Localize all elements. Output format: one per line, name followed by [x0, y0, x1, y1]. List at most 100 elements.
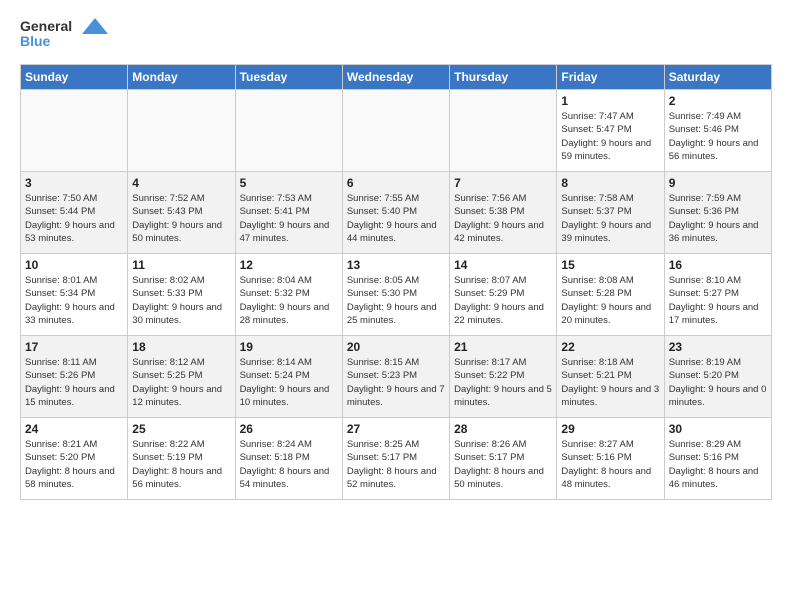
day-number: 22 — [561, 340, 659, 354]
calendar-table: SundayMondayTuesdayWednesdayThursdayFrid… — [20, 64, 772, 500]
day-info: Sunrise: 8:26 AM Sunset: 5:17 PM Dayligh… — [454, 438, 552, 491]
day-info: Sunrise: 7:49 AM Sunset: 5:46 PM Dayligh… — [669, 110, 767, 163]
day-info: Sunrise: 8:19 AM Sunset: 5:20 PM Dayligh… — [669, 356, 767, 409]
header-row: SundayMondayTuesdayWednesdayThursdayFrid… — [21, 65, 772, 90]
cell-5-5: 28 Sunrise: 8:26 AM Sunset: 5:17 PM Dayli… — [450, 418, 557, 500]
day-number: 28 — [454, 422, 552, 436]
page: GeneralBlue SundayMondayTuesdayWednesday… — [0, 0, 792, 510]
day-info: Sunrise: 8:11 AM Sunset: 5:26 PM Dayligh… — [25, 356, 123, 409]
logo-svg: GeneralBlue — [20, 16, 110, 52]
cell-2-1: 3 Sunrise: 7:50 AM Sunset: 5:44 PM Daylig… — [21, 172, 128, 254]
cell-3-3: 12 Sunrise: 8:04 AM Sunset: 5:32 PM Dayli… — [235, 254, 342, 336]
cell-3-4: 13 Sunrise: 8:05 AM Sunset: 5:30 PM Dayli… — [342, 254, 449, 336]
calendar-header: SundayMondayTuesdayWednesdayThursdayFrid… — [21, 65, 772, 90]
day-info: Sunrise: 8:24 AM Sunset: 5:18 PM Dayligh… — [240, 438, 338, 491]
day-info: Sunrise: 8:04 AM Sunset: 5:32 PM Dayligh… — [240, 274, 338, 327]
cell-2-4: 6 Sunrise: 7:55 AM Sunset: 5:40 PM Daylig… — [342, 172, 449, 254]
day-number: 29 — [561, 422, 659, 436]
day-number: 25 — [132, 422, 230, 436]
day-info: Sunrise: 8:07 AM Sunset: 5:29 PM Dayligh… — [454, 274, 552, 327]
header-day-thursday: Thursday — [450, 65, 557, 90]
day-number: 11 — [132, 258, 230, 272]
day-number: 9 — [669, 176, 767, 190]
logo: GeneralBlue — [20, 16, 110, 52]
cell-3-7: 16 Sunrise: 8:10 AM Sunset: 5:27 PM Dayli… — [664, 254, 771, 336]
day-number: 8 — [561, 176, 659, 190]
day-info: Sunrise: 8:01 AM Sunset: 5:34 PM Dayligh… — [25, 274, 123, 327]
cell-3-2: 11 Sunrise: 8:02 AM Sunset: 5:33 PM Dayli… — [128, 254, 235, 336]
calendar-body: 1 Sunrise: 7:47 AM Sunset: 5:47 PM Daylig… — [21, 90, 772, 500]
header-day-tuesday: Tuesday — [235, 65, 342, 90]
day-number: 27 — [347, 422, 445, 436]
day-number: 15 — [561, 258, 659, 272]
cell-1-6: 1 Sunrise: 7:47 AM Sunset: 5:47 PM Daylig… — [557, 90, 664, 172]
week-row-2: 3 Sunrise: 7:50 AM Sunset: 5:44 PM Daylig… — [21, 172, 772, 254]
day-number: 18 — [132, 340, 230, 354]
day-number: 20 — [347, 340, 445, 354]
cell-3-5: 14 Sunrise: 8:07 AM Sunset: 5:29 PM Dayli… — [450, 254, 557, 336]
cell-2-2: 4 Sunrise: 7:52 AM Sunset: 5:43 PM Daylig… — [128, 172, 235, 254]
header-day-sunday: Sunday — [21, 65, 128, 90]
day-info: Sunrise: 7:55 AM Sunset: 5:40 PM Dayligh… — [347, 192, 445, 245]
cell-2-6: 8 Sunrise: 7:58 AM Sunset: 5:37 PM Daylig… — [557, 172, 664, 254]
cell-4-2: 18 Sunrise: 8:12 AM Sunset: 5:25 PM Dayli… — [128, 336, 235, 418]
day-number: 23 — [669, 340, 767, 354]
day-number: 13 — [347, 258, 445, 272]
week-row-4: 17Sunrise: 8:11 AM Sunset: 5:26 PM Dayli… — [21, 336, 772, 418]
day-number: 21 — [454, 340, 552, 354]
day-number: 24 — [25, 422, 123, 436]
cell-1-1 — [21, 90, 128, 172]
day-number: 19 — [240, 340, 338, 354]
cell-1-4 — [342, 90, 449, 172]
week-row-3: 10 Sunrise: 8:01 AM Sunset: 5:34 PM Dayli… — [21, 254, 772, 336]
day-number: 1 — [561, 94, 659, 108]
cell-5-6: 29Sunrise: 8:27 AM Sunset: 5:16 PM Dayli… — [557, 418, 664, 500]
day-number: 14 — [454, 258, 552, 272]
cell-3-1: 10 Sunrise: 8:01 AM Sunset: 5:34 PM Dayli… — [21, 254, 128, 336]
cell-1-5 — [450, 90, 557, 172]
day-info: Sunrise: 8:05 AM Sunset: 5:30 PM Dayligh… — [347, 274, 445, 327]
day-number: 16 — [669, 258, 767, 272]
day-number: 4 — [132, 176, 230, 190]
cell-1-3 — [235, 90, 342, 172]
header-day-wednesday: Wednesday — [342, 65, 449, 90]
cell-5-2: 25Sunrise: 8:22 AM Sunset: 5:19 PM Dayli… — [128, 418, 235, 500]
cell-2-7: 9Sunrise: 7:59 AM Sunset: 5:36 PM Daylig… — [664, 172, 771, 254]
cell-4-3: 19 Sunrise: 8:14 AM Sunset: 5:24 PM Dayli… — [235, 336, 342, 418]
day-info: Sunrise: 8:21 AM Sunset: 5:20 PM Dayligh… — [25, 438, 123, 491]
day-info: Sunrise: 8:14 AM Sunset: 5:24 PM Dayligh… — [240, 356, 338, 409]
cell-1-7: 2 Sunrise: 7:49 AM Sunset: 5:46 PM Daylig… — [664, 90, 771, 172]
day-number: 2 — [669, 94, 767, 108]
cell-2-3: 5Sunrise: 7:53 AM Sunset: 5:41 PM Daylig… — [235, 172, 342, 254]
day-info: Sunrise: 7:47 AM Sunset: 5:47 PM Dayligh… — [561, 110, 659, 163]
week-row-1: 1 Sunrise: 7:47 AM Sunset: 5:47 PM Daylig… — [21, 90, 772, 172]
day-number: 10 — [25, 258, 123, 272]
day-info: Sunrise: 7:53 AM Sunset: 5:41 PM Dayligh… — [240, 192, 338, 245]
day-info: Sunrise: 8:29 AM Sunset: 5:16 PM Dayligh… — [669, 438, 767, 491]
cell-4-1: 17Sunrise: 8:11 AM Sunset: 5:26 PM Dayli… — [21, 336, 128, 418]
day-info: Sunrise: 8:10 AM Sunset: 5:27 PM Dayligh… — [669, 274, 767, 327]
day-info: Sunrise: 7:50 AM Sunset: 5:44 PM Dayligh… — [25, 192, 123, 245]
cell-3-6: 15Sunrise: 8:08 AM Sunset: 5:28 PM Dayli… — [557, 254, 664, 336]
day-info: Sunrise: 7:52 AM Sunset: 5:43 PM Dayligh… — [132, 192, 230, 245]
day-number: 3 — [25, 176, 123, 190]
day-info: Sunrise: 8:17 AM Sunset: 5:22 PM Dayligh… — [454, 356, 552, 409]
svg-text:Blue: Blue — [20, 33, 51, 49]
day-info: Sunrise: 7:56 AM Sunset: 5:38 PM Dayligh… — [454, 192, 552, 245]
day-info: Sunrise: 8:12 AM Sunset: 5:25 PM Dayligh… — [132, 356, 230, 409]
day-number: 12 — [240, 258, 338, 272]
day-info: Sunrise: 8:15 AM Sunset: 5:23 PM Dayligh… — [347, 356, 445, 409]
cell-5-7: 30Sunrise: 8:29 AM Sunset: 5:16 PM Dayli… — [664, 418, 771, 500]
header: GeneralBlue — [20, 16, 772, 52]
week-row-5: 24 Sunrise: 8:21 AM Sunset: 5:20 PM Dayli… — [21, 418, 772, 500]
header-day-saturday: Saturday — [664, 65, 771, 90]
day-info: Sunrise: 8:25 AM Sunset: 5:17 PM Dayligh… — [347, 438, 445, 491]
day-info: Sunrise: 8:02 AM Sunset: 5:33 PM Dayligh… — [132, 274, 230, 327]
svg-text:General: General — [20, 18, 72, 34]
day-number: 26 — [240, 422, 338, 436]
day-number: 7 — [454, 176, 552, 190]
day-number: 6 — [347, 176, 445, 190]
header-day-friday: Friday — [557, 65, 664, 90]
cell-4-5: 21 Sunrise: 8:17 AM Sunset: 5:22 PM Dayli… — [450, 336, 557, 418]
day-info: Sunrise: 7:58 AM Sunset: 5:37 PM Dayligh… — [561, 192, 659, 245]
